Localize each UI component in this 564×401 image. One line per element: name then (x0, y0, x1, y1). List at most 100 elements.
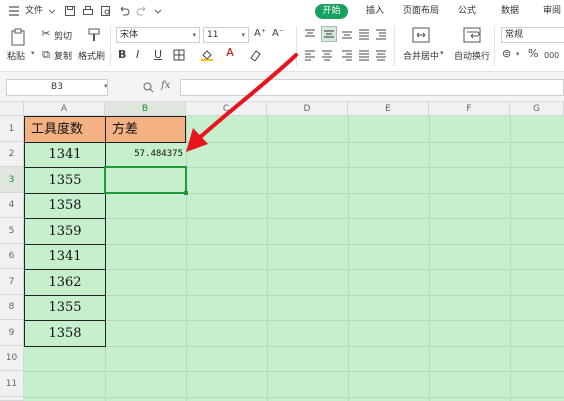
row-header-2[interactable]: 2 (0, 142, 24, 167)
cell-b1[interactable]: 方差 (105, 116, 186, 143)
file-menu[interactable]: 文件 (25, 0, 43, 22)
column-header-c[interactable]: C (186, 102, 267, 116)
number-format-select[interactable]: 常规 (501, 27, 564, 43)
align-center-icon[interactable] (321, 49, 333, 61)
column-header-a[interactable]: A (24, 102, 105, 116)
cell-a6[interactable]: 1341 (24, 244, 106, 270)
merge-center-button[interactable]: 合并居中 (403, 49, 439, 62)
align-right-icon[interactable] (341, 49, 353, 61)
zoom-icon[interactable] (143, 82, 154, 93)
thousands-button[interactable]: 000 (544, 50, 559, 62)
fill-handle[interactable] (184, 191, 188, 195)
chevron-down-icon: ▾ (241, 31, 245, 39)
align-left-icon[interactable] (304, 49, 316, 61)
paste-icon[interactable] (10, 28, 26, 46)
cell-a1[interactable]: 工具度数 (24, 116, 106, 143)
align-bottom-icon[interactable] (341, 28, 353, 40)
underline-button[interactable]: U (154, 49, 162, 61)
cut-button[interactable]: 剪切 (54, 29, 72, 42)
currency-icon[interactable]: ⊜ (502, 48, 511, 60)
merge-dropdown-icon[interactable]: ▾ (440, 49, 444, 57)
bold-button[interactable]: B (118, 49, 126, 61)
font-color-icon[interactable]: A (224, 47, 236, 59)
chevron-down-icon: ▾ (192, 31, 196, 39)
format-painter-button[interactable]: 格式刷 (78, 49, 105, 62)
orientation-icon[interactable] (358, 28, 370, 40)
ribbon-divider (394, 26, 395, 66)
align-top-icon[interactable] (304, 28, 316, 40)
justify-icon[interactable] (358, 49, 370, 61)
format-painter-icon (88, 28, 100, 41)
column-header-b[interactable]: B (105, 102, 186, 116)
function-wizard-button[interactable]: fx (161, 80, 170, 91)
increase-font-icon[interactable]: A⁺ (254, 28, 266, 40)
row-header-5[interactable]: 5 (0, 218, 24, 244)
save-icon[interactable] (64, 5, 76, 17)
cell-a3[interactable]: 1355 (24, 167, 106, 194)
grid-line (429, 116, 430, 401)
column-header-g[interactable]: G (510, 102, 564, 116)
cell-b2[interactable]: 57.484375 (105, 142, 185, 167)
tab-page-layout[interactable]: 页面布局 (403, 0, 439, 22)
print-preview-icon[interactable] (100, 5, 112, 17)
tab-formulas[interactable]: 公式 (458, 0, 476, 22)
cell-a9[interactable]: 1358 (24, 320, 106, 347)
clear-format-icon[interactable] (248, 49, 262, 61)
tab-data[interactable]: 数据 (501, 0, 519, 22)
row-header-9[interactable]: 9 (0, 320, 24, 346)
indent-icon[interactable] (375, 28, 387, 40)
name-box[interactable]: B3 (6, 79, 108, 96)
column-header-d[interactable]: D (267, 102, 348, 116)
cell-a4[interactable]: 1358 (24, 193, 106, 219)
quick-access-dropdown-icon[interactable] (154, 5, 162, 17)
font-name-select[interactable]: 宋体 ▾ (116, 27, 200, 43)
name-box-dropdown-icon[interactable]: ▾ (104, 82, 108, 90)
italic-button[interactable]: I (136, 49, 139, 61)
copy-button[interactable]: 复制 (54, 49, 72, 62)
row-header-6[interactable]: 6 (0, 244, 24, 269)
cell-a2[interactable]: 1341 (24, 142, 106, 168)
row-header-8[interactable]: 8 (0, 295, 24, 320)
worksheet-grid: A B C D E F G 1 2 3 4 5 6 7 8 9 10 11 工具… (0, 102, 564, 401)
row-header-10[interactable]: 10 (0, 346, 24, 371)
column-header-f[interactable]: F (429, 102, 510, 116)
grid-line (24, 371, 564, 372)
decrease-font-icon[interactable]: A⁻ (272, 28, 284, 40)
copy-icon: ⧉ (42, 48, 50, 61)
row-header-1[interactable]: 1 (0, 116, 24, 142)
align-middle-icon[interactable] (321, 26, 337, 42)
paste-button[interactable]: 粘贴 (7, 49, 25, 62)
column-header-e[interactable]: E (348, 102, 429, 116)
row-header-3[interactable]: 3 (0, 167, 24, 193)
paste-dropdown-icon[interactable]: ▾ (31, 49, 35, 57)
row-header-7[interactable]: 7 (0, 269, 24, 295)
chevron-down-icon[interactable] (48, 5, 56, 17)
tab-review[interactable]: 审阅 (543, 0, 561, 22)
tab-home[interactable]: 开始 (315, 4, 348, 19)
currency-dropdown-icon[interactable]: ▾ (516, 50, 520, 58)
font-name-value: 宋体 (120, 30, 139, 40)
ribbon-divider (494, 26, 495, 66)
row-header-12[interactable] (0, 397, 24, 401)
select-all-corner[interactable] (0, 102, 24, 116)
cell-a8[interactable]: 1355 (24, 295, 106, 321)
number-format-value: 常规 (505, 30, 524, 40)
row-header-4[interactable]: 4 (0, 193, 24, 218)
row-header-11[interactable]: 11 (0, 371, 24, 397)
menu-icon[interactable] (8, 5, 20, 17)
tab-insert[interactable]: 插入 (366, 0, 384, 22)
cell-a7[interactable]: 1362 (24, 269, 106, 296)
fill-color-icon[interactable] (200, 49, 214, 61)
cut-icon: ✂ (41, 27, 51, 40)
redo-icon[interactable] (136, 5, 148, 17)
cell-a5[interactable]: 1359 (24, 218, 106, 245)
undo-icon[interactable] (118, 5, 130, 17)
print-icon[interactable] (82, 5, 94, 17)
font-size-select[interactable]: 11 ▾ (203, 27, 249, 43)
formula-input[interactable] (180, 79, 564, 96)
distributed-icon[interactable] (375, 49, 387, 61)
percent-button[interactable]: % (528, 48, 538, 60)
wrap-text-button[interactable]: 自动换行 (454, 49, 490, 62)
border-icon[interactable] (173, 49, 185, 61)
active-cell-b3[interactable] (104, 166, 187, 194)
